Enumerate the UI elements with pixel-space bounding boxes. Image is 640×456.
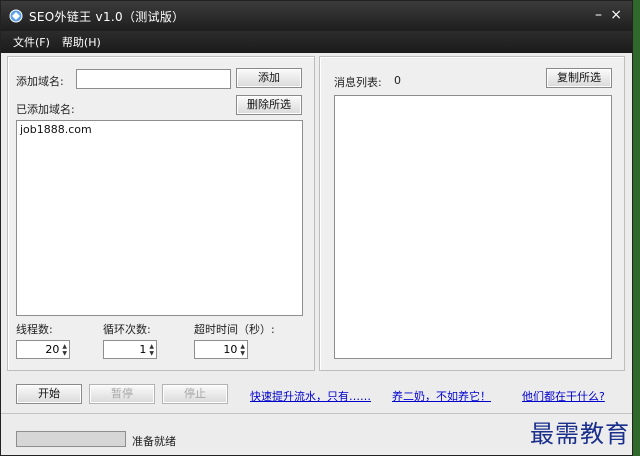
watermark-text: 最需教育: [530, 420, 630, 448]
timeout-stepper[interactable]: 10 ▲ ▼: [194, 340, 248, 359]
pause-button[interactable]: 暂停: [89, 384, 155, 404]
loops-value: 1: [139, 343, 147, 356]
timeout-value: 10: [223, 343, 238, 356]
start-button[interactable]: 开始: [16, 384, 82, 404]
window-title: SEO外链王 v1.0（测试版）: [29, 9, 185, 24]
added-domains-label: 已添加域名:: [16, 103, 75, 116]
loops-label: 循环次数:: [103, 323, 151, 336]
delete-selected-button[interactable]: 删除所选: [236, 95, 302, 115]
message-panel: 消息列表: 0 复制所选: [319, 56, 625, 371]
threads-label: 线程数:: [16, 323, 53, 336]
add-domain-label: 添加域名:: [16, 75, 64, 88]
title-bar: SEO外链王 v1.0（测试版） – ×: [1, 1, 632, 31]
threads-stepper[interactable]: 20 ▲ ▼: [16, 340, 70, 359]
menu-file[interactable]: 文件(F): [13, 34, 50, 50]
threads-value: 20: [45, 343, 60, 356]
list-item[interactable]: job1888.com: [17, 121, 302, 138]
menu-bar: 文件(F) 帮助(H): [1, 31, 632, 53]
promo-link-3[interactable]: 他们都在干什么?: [522, 388, 605, 404]
messages-label: 消息列表:: [334, 76, 382, 89]
messages-count: 0: [394, 74, 401, 87]
desktop-background: [633, 0, 640, 456]
copy-selected-button[interactable]: 复制所选: [546, 68, 612, 88]
add-button[interactable]: 添加: [236, 68, 302, 88]
domain-list[interactable]: job1888.com: [16, 120, 303, 316]
progress-bar: [16, 431, 126, 447]
message-list[interactable]: [334, 95, 612, 359]
stop-button[interactable]: 停止: [162, 384, 228, 404]
timeout-label: 超时时间（秒）:: [194, 323, 275, 336]
spin-arrows-icon[interactable]: ▲ ▼: [62, 343, 67, 357]
domain-panel: 添加域名: 添加 已添加域名: 删除所选 job1888.com 线程数: 20…: [7, 56, 315, 371]
loops-stepper[interactable]: 1 ▲ ▼: [103, 340, 157, 359]
close-button[interactable]: ×: [610, 7, 622, 23]
minimize-button[interactable]: –: [595, 7, 602, 23]
spin-arrows-icon[interactable]: ▲ ▼: [149, 343, 154, 357]
status-text: 准备就绪: [132, 435, 176, 448]
app-logo-icon: [9, 9, 23, 23]
menu-help[interactable]: 帮助(H): [62, 34, 101, 50]
promo-link-2[interactable]: 养二奶，不如养它！: [392, 388, 491, 404]
spin-arrows-icon[interactable]: ▲ ▼: [240, 343, 245, 357]
promo-link-1[interactable]: 快速提升流水，只有……: [250, 388, 371, 404]
app-window: SEO外链王 v1.0（测试版） – × 文件(F) 帮助(H) 添加域名: 添…: [0, 0, 633, 456]
add-domain-input[interactable]: [76, 69, 231, 89]
